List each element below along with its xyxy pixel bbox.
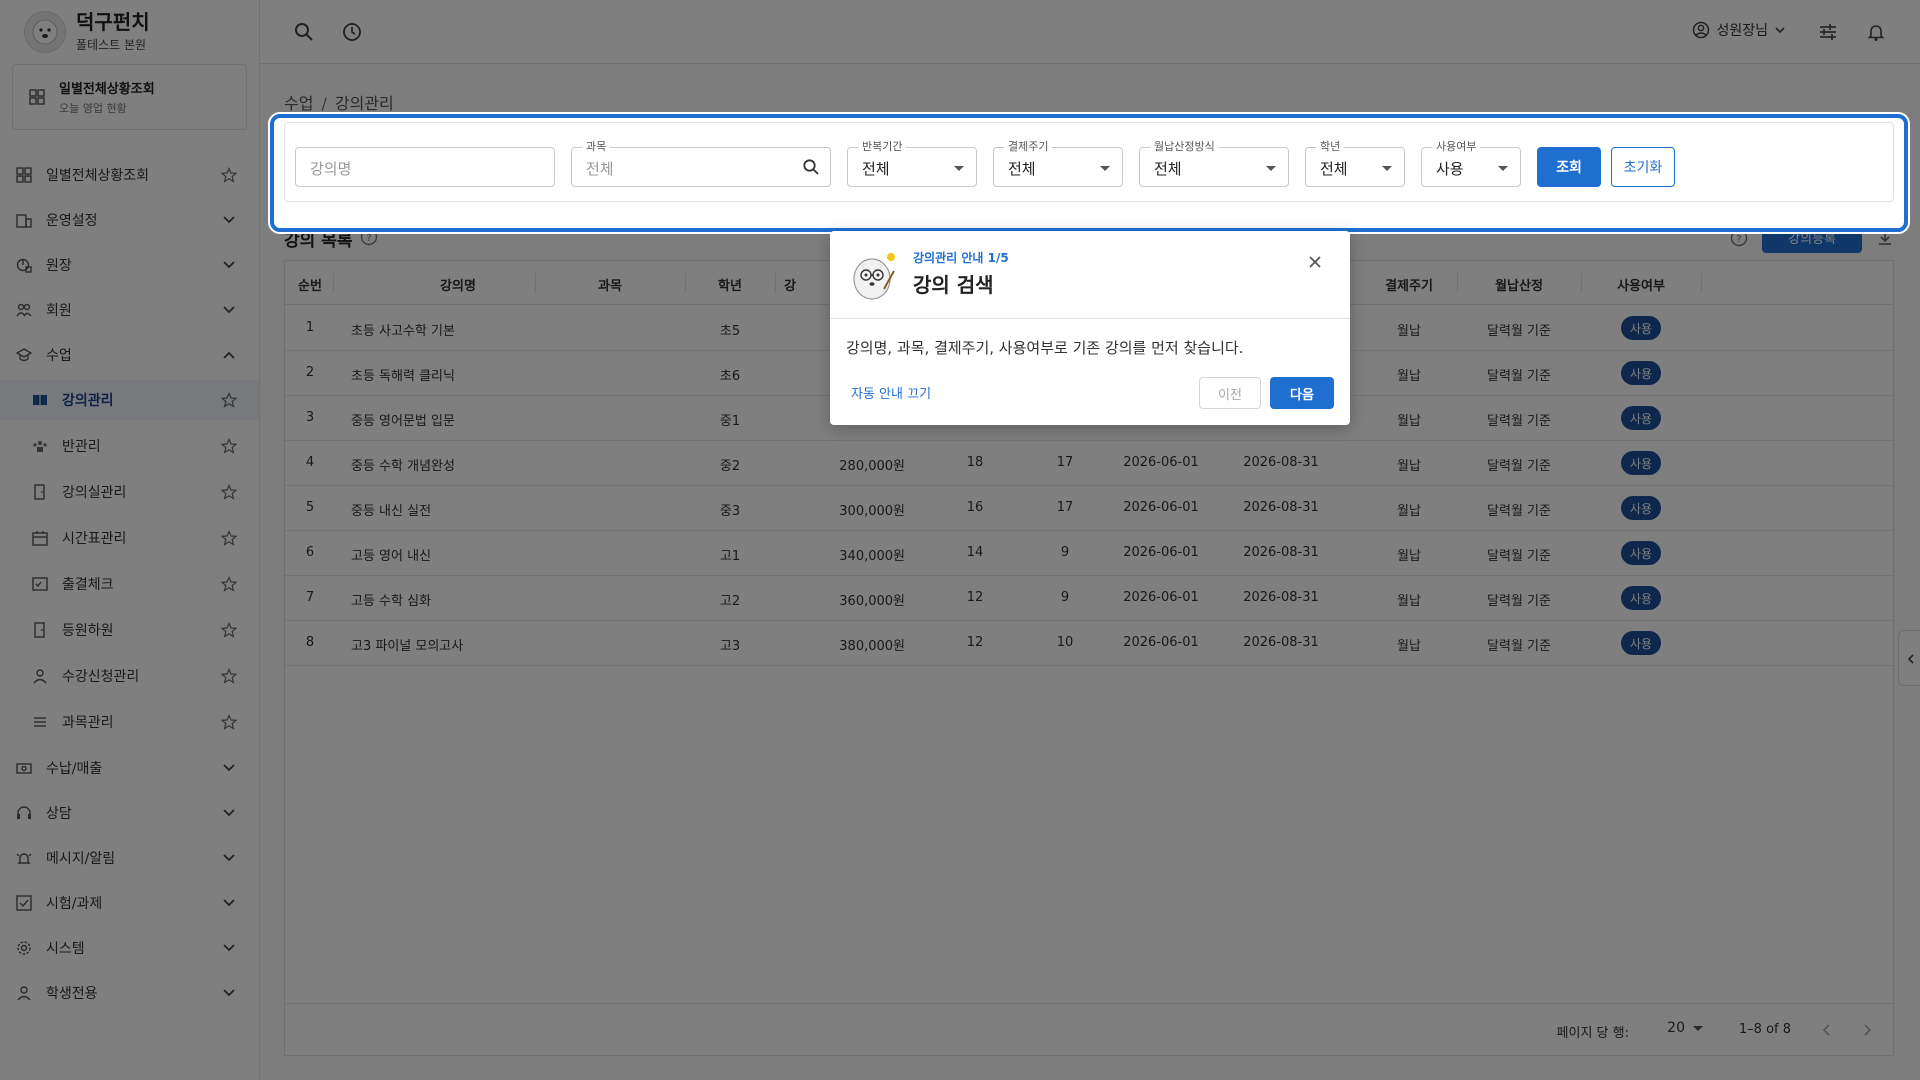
lecture-name-placeholder: 강의명 bbox=[310, 160, 352, 178]
billing-cycle-value: 전체 bbox=[1008, 160, 1036, 178]
caret-down-icon bbox=[1266, 166, 1276, 171]
grade-select[interactable]: 학년 전체 bbox=[1305, 140, 1405, 187]
caret-down-icon bbox=[1382, 166, 1392, 171]
use-status-label: 사용여부 bbox=[1432, 140, 1481, 154]
billing-cycle-label: 결제주기 bbox=[1004, 140, 1053, 154]
caret-down-icon bbox=[1100, 166, 1110, 171]
subject-input[interactable]: 과목 전체 bbox=[571, 140, 831, 187]
search-icon[interactable] bbox=[802, 158, 820, 176]
search-button[interactable]: 조회 bbox=[1537, 147, 1601, 187]
use-status-value: 사용 bbox=[1436, 160, 1464, 178]
subject-placeholder: 전체 bbox=[586, 160, 614, 178]
auto-guide-off-link[interactable]: 자동 안내 끄기 bbox=[851, 383, 931, 402]
monthly-calc-select[interactable]: 월납산정방식 전체 bbox=[1139, 140, 1289, 187]
tour-title: 강의 검색 bbox=[913, 273, 994, 297]
tour-prev-button[interactable]: 이전 bbox=[1199, 377, 1261, 409]
grade-value: 전체 bbox=[1320, 160, 1348, 178]
repeat-period-label: 반복기간 bbox=[858, 140, 907, 154]
tour-popup: 강의관리 안내 1/5 강의 검색 강의명, 과목, 결제주기, 사용여부로 기… bbox=[830, 231, 1350, 425]
tour-popup-header: 강의관리 안내 1/5 강의 검색 bbox=[830, 231, 1350, 319]
grade-label: 학년 bbox=[1316, 140, 1345, 154]
reset-button[interactable]: 초기화 bbox=[1611, 147, 1675, 187]
lecture-name-input[interactable]: 강의명 bbox=[295, 147, 555, 187]
tour-body: 강의명, 과목, 결제주기, 사용여부로 기존 강의를 먼저 찾습니다. bbox=[846, 339, 1244, 357]
tour-step: 강의관리 안내 1/5 bbox=[913, 251, 1009, 265]
use-status-select[interactable]: 사용여부 사용 bbox=[1421, 140, 1521, 187]
monthly-calc-label: 월납산정방식 bbox=[1150, 140, 1219, 154]
caret-down-icon bbox=[1498, 166, 1508, 171]
repeat-period-value: 전체 bbox=[862, 160, 890, 178]
subject-label: 과목 bbox=[582, 140, 611, 154]
tour-next-button[interactable]: 다음 bbox=[1270, 377, 1334, 409]
repeat-period-select[interactable]: 반복기간 전체 bbox=[847, 140, 977, 187]
caret-down-icon bbox=[954, 166, 964, 171]
filter-card: 강의명 과목 전체 반복기간 전체 결제주기 전체 월납산정방식 전체 학년 전… bbox=[284, 122, 1894, 202]
tour-spotlight-filter: 강의명 과목 전체 반복기간 전체 결제주기 전체 월납산정방식 전체 학년 전… bbox=[270, 114, 1908, 232]
close-icon[interactable] bbox=[1306, 253, 1324, 271]
monthly-calc-value: 전체 bbox=[1154, 160, 1182, 178]
mascot-icon bbox=[853, 253, 895, 300]
billing-cycle-select[interactable]: 결제주기 전체 bbox=[993, 140, 1123, 187]
